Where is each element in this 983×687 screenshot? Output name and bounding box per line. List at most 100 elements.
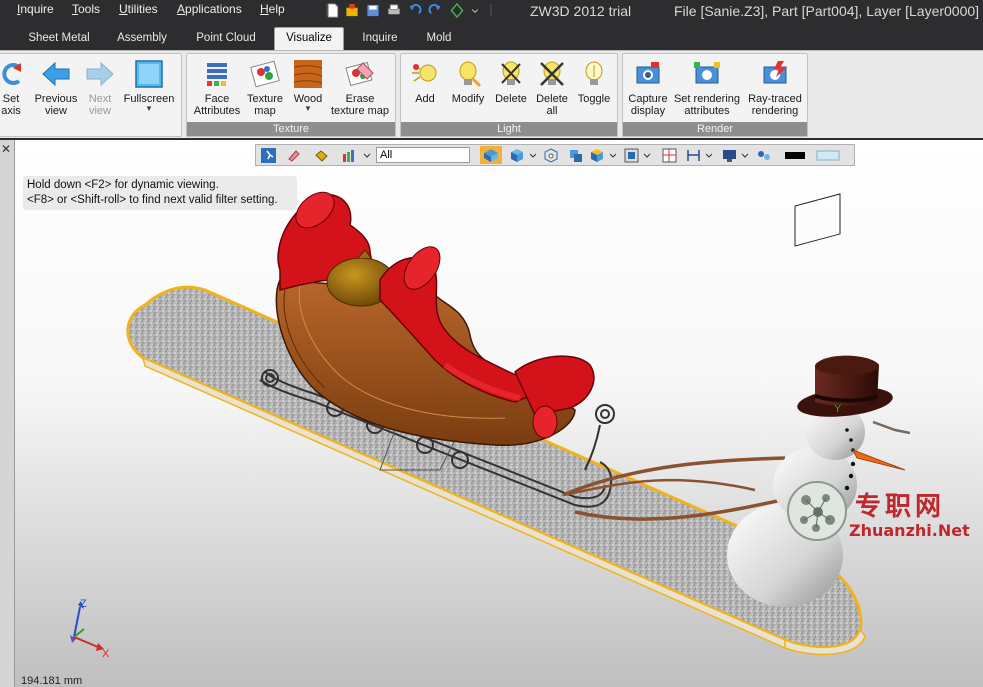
- ribbon-tabs: Sheet Metal Assembly Point Cloud Visuali…: [0, 22, 983, 51]
- modify-light-icon: [459, 61, 482, 88]
- add-light-button[interactable]: Add: [405, 57, 445, 121]
- light-group-label: Light: [401, 122, 617, 136]
- render-group-label: Render: [623, 122, 807, 136]
- fullscreen-button[interactable]: Fullscreen ▼: [121, 57, 177, 121]
- display-cube-icon[interactable]: [590, 148, 605, 163]
- save-icon[interactable]: [366, 3, 380, 18]
- delete-light-icon: [501, 61, 521, 85]
- face-attributes-button[interactable]: Face Attributes: [189, 57, 245, 121]
- chevron-down-icon[interactable]: [702, 148, 717, 163]
- chevron-down-icon[interactable]: ▼: [121, 105, 177, 113]
- arrow-right-icon: [86, 61, 114, 87]
- chevron-down-icon[interactable]: [606, 148, 621, 163]
- tab-assembly[interactable]: Assembly: [108, 28, 176, 50]
- set-rendering-attributes-label: Set rendering attributes: [673, 93, 741, 117]
- undo-icon[interactable]: [408, 3, 422, 18]
- filter-funnel-icon[interactable]: [342, 148, 357, 163]
- shaded-cube-icon[interactable]: [480, 146, 502, 164]
- delete-light-button[interactable]: Delete: [491, 57, 531, 121]
- separator-icon: [490, 3, 492, 18]
- menu-help[interactable]: Help: [260, 2, 285, 16]
- ray-traced-rendering-button[interactable]: Ray-traced rendering: [745, 57, 805, 121]
- face-attributes-label: Face Attributes: [193, 93, 241, 117]
- grid-icon[interactable]: [662, 148, 677, 163]
- texture-map-button[interactable]: Texture map: [245, 57, 285, 121]
- next-view-label: Next view: [88, 93, 112, 117]
- menu-inquire[interactable]: Inquire: [17, 2, 54, 16]
- fullscreen-icon: [135, 60, 163, 88]
- capture-display-label: Capture display: [628, 93, 668, 117]
- graphics-viewport[interactable]: Y All Hold down <F2> for dynamic viewing…: [15, 140, 983, 687]
- chevron-down-icon[interactable]: [526, 148, 541, 163]
- tab-point-cloud[interactable]: Point Cloud: [186, 28, 266, 50]
- wireframe-cube-icon[interactable]: [544, 148, 559, 163]
- hint-line-1: Hold down <F2> for dynamic viewing.: [27, 179, 219, 191]
- axis-x-label: X: [102, 648, 110, 660]
- wood-button[interactable]: Wood ▼: [289, 57, 327, 121]
- chevron-down-icon[interactable]: [640, 148, 655, 163]
- light-group: Add Modify Delete Delete all Toggle Ligh…: [400, 53, 618, 137]
- chevron-down-icon[interactable]: [738, 148, 753, 163]
- modify-light-label: Modify: [451, 93, 485, 105]
- render-group: Capture display Set rendering attributes…: [622, 53, 808, 137]
- delete-all-lights-label: Delete all: [536, 93, 568, 117]
- walk-icon[interactable]: [261, 148, 276, 163]
- toggle-light-button[interactable]: Toggle: [573, 57, 615, 121]
- set-axis-button[interactable]: Set axis: [0, 57, 25, 121]
- open-file-icon[interactable]: [345, 3, 359, 18]
- light-bulbs-icon[interactable]: [756, 148, 771, 163]
- tab-visualize[interactable]: Visualize: [274, 27, 344, 51]
- redo-icon[interactable]: [428, 3, 442, 18]
- eraser-icon[interactable]: [286, 148, 301, 163]
- erase-texture-map-button[interactable]: Erase texture map: [327, 57, 393, 121]
- snowman-y-axis-label: Y: [834, 403, 842, 415]
- capture-display-button[interactable]: Capture display: [625, 57, 671, 121]
- set-axis-label: Set axis: [1, 93, 21, 117]
- dimension-icon[interactable]: [686, 148, 701, 163]
- next-view-button[interactable]: Next view: [83, 57, 117, 121]
- modify-light-button[interactable]: Modify: [445, 57, 491, 121]
- menu-utilities[interactable]: Utilities: [119, 2, 158, 16]
- erase-texture-icon: [345, 61, 374, 87]
- zoom-window-icon[interactable]: [624, 148, 639, 163]
- pick-filter-icon[interactable]: [450, 3, 464, 18]
- chevron-down-icon[interactable]: ▼: [289, 105, 327, 113]
- menu-tools[interactable]: Tools: [72, 2, 100, 16]
- paint-bucket-icon[interactable]: [314, 148, 329, 163]
- ribbon-panel: Set axis Previous view Next view Fullscr…: [0, 50, 983, 138]
- background-color-black-icon[interactable]: [784, 148, 806, 163]
- arrow-left-icon: [42, 61, 70, 87]
- tab-inquire[interactable]: Inquire: [352, 28, 408, 50]
- view-toolbar: All: [255, 144, 855, 166]
- previous-view-button[interactable]: Previous view: [33, 57, 79, 121]
- chevron-down-icon[interactable]: [468, 3, 482, 18]
- new-file-icon[interactable]: [326, 3, 340, 18]
- sleigh-scene: Y: [126, 191, 911, 656]
- toggle-light-label: Toggle: [577, 93, 611, 105]
- set-rendering-attributes-button[interactable]: Set rendering attributes: [671, 57, 743, 121]
- print-icon[interactable]: [387, 3, 401, 18]
- menu-applications[interactable]: Applications: [177, 2, 242, 16]
- wood-icon: [293, 60, 323, 88]
- tab-mold[interactable]: Mold: [414, 28, 464, 50]
- pick-filter-select[interactable]: All: [376, 147, 470, 163]
- background-color-light-icon[interactable]: [816, 148, 840, 163]
- watermark-text-cn: 专职网: [855, 492, 946, 522]
- delete-all-lights-button[interactable]: Delete all: [531, 57, 573, 121]
- title-bar: Inquire Tools Utilities Applications Hel…: [0, 0, 983, 22]
- add-light-label: Add: [415, 93, 435, 105]
- app-title: ZW3D 2012 trial: [530, 3, 632, 19]
- delete-light-label: Delete: [495, 93, 527, 105]
- cube-view-icon[interactable]: [510, 148, 525, 163]
- axis-z-label: Z: [80, 598, 87, 610]
- snowman: [727, 193, 911, 607]
- delete-all-lights-icon: [540, 61, 564, 86]
- chevron-down-icon[interactable]: [360, 148, 375, 163]
- hint-message: Hold down <F2> for dynamic viewing. <F8>…: [23, 176, 297, 210]
- monitor-icon[interactable]: [722, 148, 737, 163]
- texture-map-icon: [250, 60, 280, 88]
- close-icon[interactable]: ✕: [1, 142, 11, 156]
- section-view-icon[interactable]: [568, 148, 583, 163]
- coordinate-readout: 194.181 mm: [21, 675, 83, 687]
- tab-sheet-metal[interactable]: Sheet Metal: [15, 28, 103, 50]
